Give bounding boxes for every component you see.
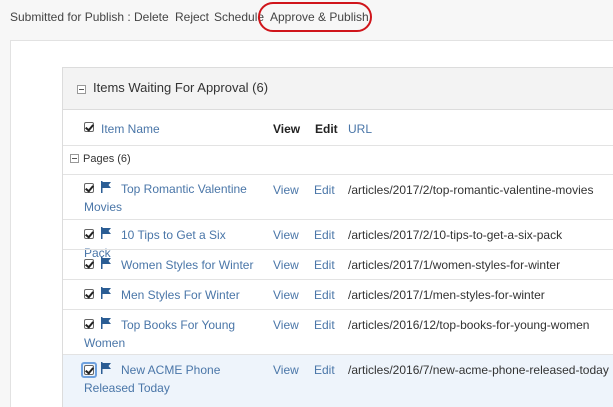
item-name-link[interactable]: New ACME Phone Released Today: [84, 361, 254, 397]
item-url: /articles/2017/1/women-styles-for-winter: [348, 258, 561, 272]
toolbar-label: Submitted for Publish :: [10, 10, 131, 24]
edit-link[interactable]: Edit: [314, 258, 335, 272]
approve-publish-button[interactable]: Approve & Publish: [270, 10, 369, 24]
delete-button[interactable]: Delete: [134, 10, 169, 24]
publish-toolbar: Submitted for Publish : Delete Reject Sc…: [0, 0, 613, 36]
view-link[interactable]: View: [273, 228, 299, 242]
group-collapse-icon[interactable]: [70, 154, 79, 163]
divider: [63, 145, 613, 146]
column-header-edit: Edit: [315, 122, 338, 136]
edit-link[interactable]: Edit: [314, 318, 335, 332]
edit-link[interactable]: Edit: [314, 363, 335, 377]
edit-link[interactable]: Edit: [314, 288, 335, 302]
collapse-icon[interactable]: [77, 85, 86, 94]
divider: [63, 309, 613, 310]
item-name-link[interactable]: Women Styles for Winter: [84, 256, 254, 274]
panel-title: Items Waiting For Approval (6): [93, 80, 269, 95]
item-url: /articles/2016/7/new-acme-phone-released…: [348, 363, 609, 377]
edit-link[interactable]: Edit: [314, 228, 335, 242]
view-link[interactable]: View: [273, 258, 299, 272]
divider: [63, 219, 613, 220]
item-name-link[interactable]: Top Books For Young Women: [84, 316, 254, 352]
edit-link[interactable]: Edit: [314, 183, 335, 197]
group-label-pages: Pages (6): [83, 153, 131, 165]
view-link[interactable]: View: [273, 363, 299, 377]
column-header-item-name[interactable]: Item Name: [101, 122, 160, 136]
select-all-checkbox[interactable]: [84, 122, 94, 132]
view-link[interactable]: View: [273, 318, 299, 332]
divider: [63, 174, 613, 175]
reject-button[interactable]: Reject: [175, 10, 209, 24]
column-header-url[interactable]: URL: [348, 122, 372, 136]
column-header-view: View: [273, 122, 301, 136]
schedule-button[interactable]: Schedule: [214, 10, 264, 24]
divider: [63, 249, 613, 250]
item-url: /articles/2017/2/10-tips-to-get-a-six-pa…: [348, 228, 563, 242]
view-link[interactable]: View: [273, 183, 299, 197]
divider: [63, 279, 613, 280]
divider: [63, 354, 613, 355]
item-name-link[interactable]: Men Styles For Winter: [84, 286, 254, 304]
item-name-link[interactable]: Top Romantic Valentine Movies: [84, 180, 254, 216]
item-url: /articles/2017/1/men-styles-for-winter: [348, 288, 545, 302]
item-url: /articles/2016/12/top-books-for-young-wo…: [348, 318, 590, 332]
view-link[interactable]: View: [273, 288, 299, 302]
item-url: /articles/2017/2/top-romantic-valentine-…: [348, 183, 594, 197]
